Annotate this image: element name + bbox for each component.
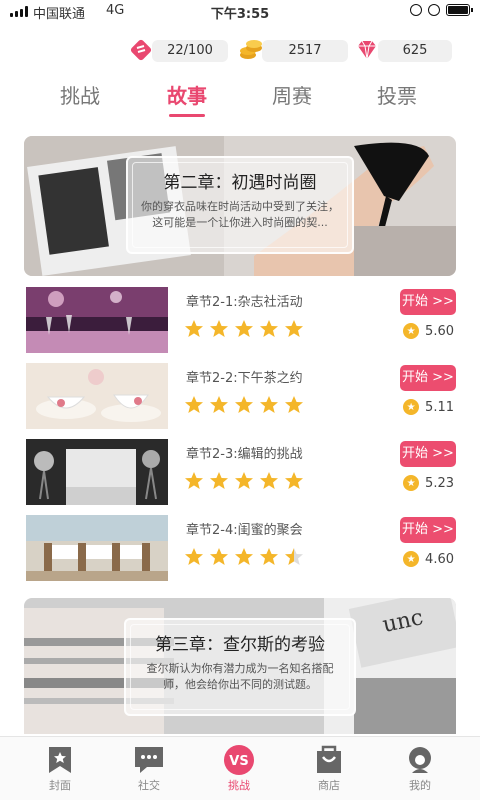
section-thumbnail — [26, 515, 168, 581]
star-rating — [184, 547, 304, 567]
energy-counter[interactable]: 22/100 — [128, 34, 228, 64]
diamond-value: 625 — [378, 40, 452, 62]
star-coin-icon: ★ — [403, 323, 420, 339]
star-icon — [285, 320, 303, 337]
star-icon — [210, 320, 228, 337]
section-name: 章节2-2:下午茶之约 — [186, 371, 303, 386]
energy-icon — [130, 39, 152, 61]
bottom-nav: 封面 社交 VS 挑战 商店 我的 — [0, 736, 480, 800]
vs-icon: VS — [224, 745, 254, 775]
star-icon — [185, 320, 203, 337]
start-button[interactable]: 开始 >> — [400, 441, 456, 467]
nav-label: 商店 — [318, 779, 340, 792]
list-item: 章节2-1:杂志社活动 开始 >> ★ 5.60 — [24, 283, 456, 359]
nav-challenge[interactable]: VS 挑战 — [204, 745, 274, 793]
star-rating — [184, 319, 304, 339]
star-icon — [260, 548, 278, 565]
section-name: 章节2-1:杂志社活动 — [186, 295, 303, 310]
star-icon — [210, 472, 228, 489]
category-tabs: 挑战 故事 周赛 投票 — [0, 74, 480, 120]
star-icon — [285, 472, 303, 489]
nav-cover[interactable]: 封面 — [25, 745, 95, 793]
start-button[interactable]: 开始 >> — [400, 365, 456, 391]
coin-value: 2517 — [262, 40, 348, 62]
clock: 下午3:55 — [210, 7, 270, 22]
star-icon — [285, 396, 303, 413]
section-list: 章节2-1:杂志社活动 开始 >> ★ 5.60 章节2-2:下午茶之约 开始 … — [24, 283, 456, 587]
nav-social[interactable]: 社交 — [114, 745, 184, 793]
nav-label: 我的 — [409, 779, 431, 792]
section-name: 章节2-3:编辑的挑战 — [186, 447, 303, 462]
tab-challenge[interactable]: 挑战 — [45, 80, 115, 109]
star-icon — [235, 548, 253, 565]
star-icon — [235, 320, 253, 337]
star-rating — [184, 395, 304, 415]
chapter-info-card: 第三章：查尔斯的考验 查尔斯认为你有潜力成为一名知名搭配师，他会给你出不同的测试… — [124, 618, 356, 716]
chapter-banner[interactable]: unc 第三章：查尔斯的考验 查尔斯认为你有潜力成为一名知名搭配师，他会给你出不… — [24, 598, 456, 734]
chapter-banner[interactable]: 第二章：初遇时尚圈 你的穿衣品味在时尚活动中受到了关注，这可能是一个让你进入时尚… — [24, 136, 456, 276]
star-icon — [235, 472, 253, 489]
nav-label: 封面 — [49, 779, 71, 792]
tab-vote[interactable]: 投票 — [362, 80, 432, 109]
section-name: 章节2-4:闺蜜的聚会 — [186, 523, 303, 538]
profile-icon — [409, 747, 431, 773]
star-icon — [260, 320, 278, 337]
nav-shop[interactable]: 商店 — [294, 745, 364, 793]
section-score: ★ 4.60 — [403, 551, 454, 567]
rotation-lock-icon — [410, 4, 422, 16]
list-item: 章节2-4:闺蜜的聚会 开始 >> ★ 4.60 — [24, 511, 456, 587]
list-item: 章节2-2:下午茶之约 开始 >> ★ 5.11 — [24, 359, 456, 435]
nav-label: 社交 — [138, 779, 160, 792]
tab-story[interactable]: 故事 — [152, 80, 222, 117]
chat-icon — [135, 747, 163, 773]
star-icon — [260, 396, 278, 413]
nav-profile[interactable]: 我的 — [385, 745, 455, 793]
star-coin-icon: ★ — [403, 551, 420, 567]
star-icon — [210, 548, 228, 565]
start-button[interactable]: 开始 >> — [400, 289, 456, 315]
section-score: ★ 5.60 — [403, 323, 454, 339]
star-icon — [210, 396, 228, 413]
section-thumbnail — [26, 363, 168, 429]
diamond-icon — [358, 40, 376, 60]
star-coin-icon: ★ — [403, 399, 420, 415]
star-icon — [235, 396, 253, 413]
star-coin-icon: ★ — [403, 475, 420, 491]
energy-value: 22/100 — [152, 40, 228, 62]
battery-icon — [446, 4, 473, 16]
bookmark-icon — [49, 747, 71, 773]
star-icon — [285, 548, 303, 565]
chapter-info-card: 第二章：初遇时尚圈 你的穿衣品味在时尚活动中受到了关注，这可能是一个让你进入时尚… — [126, 156, 354, 254]
tab-weekly[interactable]: 周赛 — [257, 80, 327, 109]
coin-counter[interactable]: 2517 — [238, 34, 348, 64]
nav-label: 挑战 — [228, 779, 250, 792]
diamond-counter[interactable]: 625 — [354, 34, 464, 64]
star-icon — [185, 396, 203, 413]
section-score: ★ 5.23 — [403, 475, 454, 491]
star-rating — [184, 471, 304, 491]
section-thumbnail — [26, 439, 168, 505]
section-thumbnail — [26, 287, 168, 353]
star-icon — [260, 472, 278, 489]
start-button[interactable]: 开始 >> — [400, 517, 456, 543]
section-score: ★ 5.11 — [403, 399, 454, 415]
svg-text:VS: VS — [229, 754, 248, 769]
star-icon — [185, 472, 203, 489]
coin-icon — [240, 40, 262, 59]
star-icon — [185, 548, 203, 565]
status-bar: 中国联通 4G 下午3:55 — [0, 0, 480, 24]
shop-bag-icon — [317, 745, 341, 773]
list-item: 章节2-3:编辑的挑战 开始 >> ★ 5.23 — [24, 435, 456, 511]
alarm-icon — [428, 4, 440, 16]
